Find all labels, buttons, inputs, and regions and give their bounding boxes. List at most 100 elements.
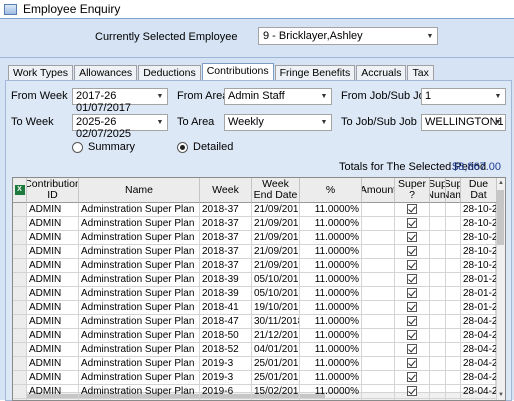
table-row[interactable]: ADMIN Adminstration Super Plan 2018-50 21/1… [13,329,497,343]
cell-week-end-date: 25/01/2019 [252,357,300,371]
table-row[interactable]: ADMIN Adminstration Super Plan 2018-37 21/0… [13,245,497,259]
cell-percent: 11.0000% [300,273,362,287]
table-row[interactable]: ADMIN Adminstration Super Plan 2018-37 21/0… [13,217,497,231]
chevron-down-icon[interactable]: ▼ [153,89,167,104]
table-row[interactable]: ADMIN Adminstration Super Plan 2018-37 21/0… [13,259,497,273]
table-row[interactable]: ADMIN Adminstration Super Plan 2018-52 04/0… [13,343,497,357]
cell-super [395,301,430,315]
cell-week: 2018-39 [200,287,252,301]
to-job-select[interactable]: WELLINGTON1 ▼ [421,114,506,131]
checkbox-checked-icon[interactable] [407,316,417,326]
checkbox-checked-icon[interactable] [407,218,417,228]
checkbox-checked-icon[interactable] [407,302,417,312]
radio-checked-icon[interactable] [177,141,188,153]
column-header-week[interactable]: Week [200,178,252,203]
column-header-amount[interactable]: Amount [362,178,395,203]
chevron-down-icon[interactable]: ▼ [153,115,167,130]
from-area-select[interactable]: Admin Staff ▼ [224,88,332,105]
checkbox-checked-icon[interactable] [407,274,417,284]
chevron-down-icon[interactable]: ▼ [317,115,331,130]
column-header-week-end-date[interactable]: Week End Date [252,178,300,203]
chevron-down-icon[interactable]: ▼ [491,89,505,104]
row-selector[interactable] [13,287,27,301]
row-selector[interactable] [13,245,27,259]
column-header-percent[interactable]: % [300,178,362,203]
scroll-up-icon[interactable]: ▲ [496,178,505,188]
column-header-name[interactable]: Name [79,178,200,203]
table-row[interactable]: ADMIN Adminstration Super Plan 2019-3 25/01… [13,371,497,385]
row-selector[interactable] [13,371,27,385]
tab-fringe-benefits[interactable]: Fringe Benefits [274,65,356,80]
tab-accruals[interactable]: Accruals [356,65,407,80]
tab-allowances[interactable]: Allowances [74,65,138,80]
scroll-down-icon[interactable]: ▼ [496,390,505,400]
checkbox-checked-icon[interactable] [407,344,417,354]
checkbox-checked-icon[interactable] [407,246,417,256]
tab-work-types[interactable]: Work Types [8,65,74,80]
tab-tax[interactable]: Tax [407,65,434,80]
column-header-contribution-id[interactable]: Contribution ID [27,178,79,203]
row-selector[interactable] [13,385,27,399]
table-row[interactable]: ADMIN Adminstration Super Plan 2018-37 21/0… [13,203,497,217]
column-header-due-date[interactable]: Due Dat [461,178,497,203]
chevron-down-icon[interactable]: ▼ [491,115,505,130]
checkbox-checked-icon[interactable] [407,288,417,298]
row-selector[interactable] [13,231,27,245]
cell-sup-num [430,245,446,259]
to-area-select[interactable]: Weekly ▼ [224,114,332,131]
row-selector[interactable] [13,329,27,343]
cell-amount [362,245,395,259]
table-row[interactable]: ADMIN Adminstration Super Plan 2018-47 30/1… [13,315,497,329]
chevron-down-icon[interactable]: ▼ [423,28,437,44]
checkbox-checked-icon[interactable] [407,358,417,368]
cell-name: Adminstration Super Plan [79,231,200,245]
checkbox-checked-icon[interactable] [407,372,417,382]
checkbox-checked-icon[interactable] [407,260,417,270]
cell-week: 2019-3 [200,371,252,385]
tab-contributions[interactable]: Contributions [201,63,274,80]
column-header-sup-nam[interactable]: Sup Nam [446,178,461,203]
column-header-sup-num[interactable]: Sup Num [430,178,446,203]
excel-icon[interactable]: X [14,185,25,195]
to-week-select[interactable]: 2025-26 02/07/2025 ▼ [72,114,168,140]
row-selector[interactable] [13,301,27,315]
row-selector[interactable] [13,203,27,217]
cell-contribution-id: ADMIN [27,245,79,259]
cell-week: 2018-50 [200,329,252,343]
scroll-thumb[interactable] [497,190,504,245]
checkbox-checked-icon[interactable] [407,386,417,396]
export-excel-button[interactable]: X [13,178,27,203]
radio-circle-icon[interactable] [72,141,83,153]
tab-deductions[interactable]: Deductions [138,65,201,80]
from-job-select[interactable]: 1 ▼ [421,88,506,105]
from-week-select[interactable]: 2017-26 01/07/2017 ▼ [72,88,168,114]
checkbox-checked-icon[interactable] [407,232,417,242]
totals-value: $8,867.00 [452,161,501,173]
contributions-grid[interactable]: X ▲ ▼ Contribution ID Name Week Week End Da… [12,177,506,401]
column-header-super[interactable]: Super ? [395,178,430,203]
table-row[interactable]: ADMIN Adminstration Super Plan 2018-37 21/0… [13,231,497,245]
table-row[interactable]: ADMIN Adminstration Super Plan 2019-6 15/02… [13,385,497,399]
cell-contribution-id: ADMIN [27,343,79,357]
cell-amount [362,385,395,399]
row-selector[interactable] [13,273,27,287]
cell-sup-nam [446,371,461,385]
table-row[interactable]: ADMIN Adminstration Super Plan 2019-3 25/01… [13,357,497,371]
checkbox-checked-icon[interactable] [407,330,417,340]
to-job-label: To Job/Sub Job [341,116,417,128]
summary-radio[interactable]: Summary [72,141,135,153]
chevron-down-icon[interactable]: ▼ [317,89,331,104]
employee-select[interactable]: 9 - Bricklayer,Ashley ▼ [258,27,438,45]
table-row[interactable]: ADMIN Adminstration Super Plan 2018-39 05/1… [13,287,497,301]
cell-due-date: 28-10-201 [461,245,497,259]
checkbox-checked-icon[interactable] [407,204,417,214]
row-selector[interactable] [13,217,27,231]
detailed-radio[interactable]: Detailed [177,141,233,153]
table-row[interactable]: ADMIN Adminstration Super Plan 2018-41 19/1… [13,301,497,315]
cell-super [395,371,430,385]
row-selector[interactable] [13,343,27,357]
row-selector[interactable] [13,315,27,329]
row-selector[interactable] [13,259,27,273]
row-selector[interactable] [13,357,27,371]
table-row[interactable]: ADMIN Adminstration Super Plan 2018-39 05/1… [13,273,497,287]
